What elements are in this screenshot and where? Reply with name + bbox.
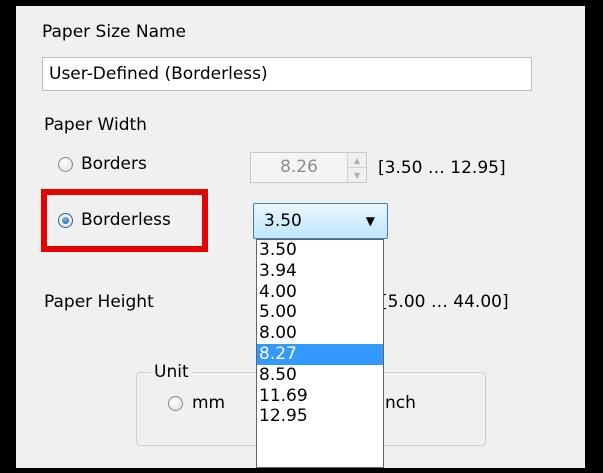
paper-width-range: [3.50 … 12.95] — [378, 158, 506, 178]
spin-buttons: ▲ ▼ — [347, 153, 366, 182]
borders-radio-label[interactable]: Borders — [81, 154, 147, 174]
borderless-radio-button[interactable] — [58, 213, 73, 228]
paper-height-range: [5.00 … 44.00] — [381, 292, 509, 312]
dropdown-option[interactable]: 8.50 — [257, 365, 383, 386]
dropdown-option[interactable]: 8.00 — [257, 323, 383, 344]
paper-size-panel: Paper Size Name User-Defined (Borderless… — [16, 6, 585, 468]
paper-width-spinbox-value: 8.26 — [280, 157, 318, 177]
spin-up-icon[interactable]: ▲ — [348, 153, 366, 167]
spin-down-icon[interactable]: ▼ — [348, 167, 366, 182]
combobox-selected-value: 3.50 — [264, 211, 302, 231]
unit-legend: Unit — [151, 362, 192, 382]
dropdown-option[interactable]: 12.95 — [257, 406, 383, 427]
inch-radio-label[interactable]: nch — [385, 393, 416, 413]
paper-size-name-label: Paper Size Name — [42, 22, 187, 42]
borders-radio-button[interactable] — [58, 157, 73, 172]
paper-width-spinbox[interactable]: 8.26 ▲ ▼ — [250, 152, 367, 183]
paper-width-label: Paper Width — [44, 115, 147, 135]
dropdown-option[interactable]: 4.00 — [257, 282, 383, 303]
dropdown-option[interactable]: 5.00 — [257, 302, 383, 323]
mm-radio-label[interactable]: mm — [192, 393, 225, 413]
dropdown-option[interactable]: 8.27 — [257, 343, 383, 365]
width-dropdown-list[interactable]: 3.50 3.94 4.00 5.00 8.00 8.27 8.50 11.69 12.95 — [256, 239, 384, 468]
paper-size-name-field[interactable]: User-Defined (Borderless) — [42, 57, 532, 91]
dropdown-option[interactable]: 11.69 — [257, 386, 383, 407]
chevron-down-icon[interactable]: ▼ — [366, 204, 375, 238]
dropdown-option[interactable]: 3.50 — [257, 240, 383, 261]
borderless-radio-label[interactable]: Borderless — [81, 210, 171, 230]
mm-radio-button[interactable] — [168, 396, 183, 411]
dropdown-option[interactable]: 3.94 — [257, 261, 383, 282]
borderless-width-combobox[interactable]: 3.50 ▼ — [253, 203, 388, 239]
paper-height-label: Paper Height — [44, 292, 154, 312]
